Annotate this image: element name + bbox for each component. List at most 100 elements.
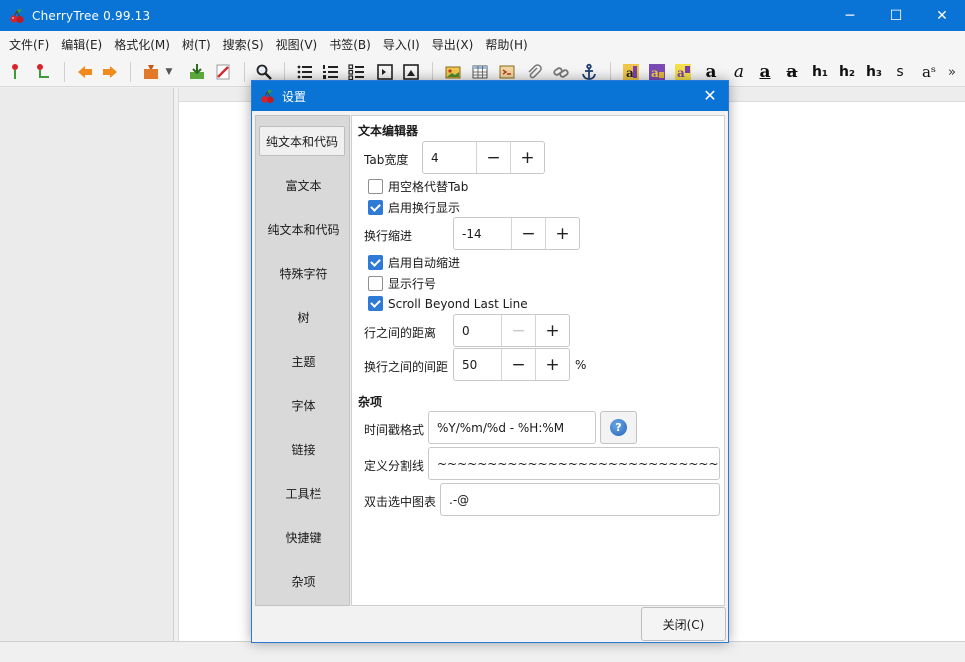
tree-pane[interactable] <box>0 88 174 641</box>
preferences-content: 文本编辑器 Tab宽度 4 − + 用空格代替Tab 启用换行显示 换行缩进 -… <box>351 115 725 606</box>
toolbar-separator <box>432 62 433 82</box>
sidebar-item-toolbar[interactable]: 工具栏 <box>256 478 351 508</box>
heading1-button[interactable]: h₁ <box>809 61 831 83</box>
menu-import[interactable]: 导入(I) <box>377 36 426 53</box>
menu-export[interactable]: 导出(X) <box>426 36 480 53</box>
sidebar-item-shortcuts[interactable]: 快捷键 <box>256 522 351 552</box>
toolbar-separator <box>130 62 131 82</box>
enable-wrap-checkbox[interactable]: 启用换行显示 <box>368 199 460 216</box>
superscript-button[interactable]: aˢ <box>916 61 942 83</box>
dialog-title: 设置 <box>282 89 307 104</box>
add-subnode-icon[interactable] <box>32 61 54 83</box>
scroll-beyond-label: Scroll Beyond Last Line <box>388 296 528 311</box>
window-title: CherryTree 0.99.13 <box>32 8 151 23</box>
auto-indent-checkbox[interactable]: 启用自动缩进 <box>368 254 460 271</box>
sidebar-item-tree[interactable]: 树 <box>256 302 351 332</box>
scroll-beyond-checkbox[interactable]: Scroll Beyond Last Line <box>368 296 528 311</box>
dblclick-chars-label: 双击选中图表 <box>364 495 437 509</box>
svg-text:a: a <box>651 66 659 80</box>
tab-width-increment-button[interactable]: + <box>510 142 544 173</box>
sidebar-item-theme[interactable]: 主题 <box>256 346 351 376</box>
wrap-spacing-spinner: 50 − + <box>453 348 570 381</box>
export-icon[interactable] <box>186 61 208 83</box>
wrap-spacing-increment-button[interactable]: + <box>535 349 569 380</box>
go-back-icon[interactable] <box>74 61 96 83</box>
tab-width-label: Tab宽度 <box>364 153 409 167</box>
close-window-button[interactable]: ✕ <box>919 0 965 31</box>
checkbox-box-checked <box>368 296 383 311</box>
line-spacing-decrement-button[interactable]: − <box>501 315 535 346</box>
menu-file[interactable]: 文件(F) <box>3 36 55 53</box>
sidebar-item-plain-text-code[interactable]: 纯文本和代码 <box>256 214 351 244</box>
sidebar-item-plain-text-code-active[interactable]: 纯文本和代码 <box>259 126 345 156</box>
line-spacing-input[interactable]: 0 <box>454 315 501 346</box>
tab-width-spinner: 4 − + <box>422 141 545 174</box>
status-bar <box>0 641 965 662</box>
preferences-dialog: 设置 ✕ 纯文本和代码 富文本 纯文本和代码 特殊字符 树 主题 字体 链接 工… <box>251 80 729 643</box>
line-spacing-increment-button[interactable]: + <box>535 315 569 346</box>
line-spacing-label: 行之间的距离 <box>364 326 437 340</box>
menu-edit[interactable]: 编辑(E) <box>55 36 108 53</box>
strikethrough-button[interactable]: a <box>781 61 803 83</box>
pdf-export-icon[interactable] <box>212 61 234 83</box>
window-controls: ─ ☐ ✕ <box>827 0 965 31</box>
timestamp-help-button[interactable]: ? <box>600 411 637 444</box>
go-forward-icon[interactable] <box>99 61 121 83</box>
checkbox-box-checked <box>368 200 383 215</box>
line-spacing-spinner: 0 − + <box>453 314 570 347</box>
tab-width-decrement-button[interactable]: − <box>476 142 510 173</box>
checkbox-box <box>368 179 383 194</box>
menu-tree[interactable]: 树(T) <box>176 36 217 53</box>
sidebar-item-misc[interactable]: 杂项 <box>256 566 351 596</box>
add-node-icon[interactable] <box>4 61 26 83</box>
underline-button[interactable]: a <box>754 61 776 83</box>
wrap-spacing-input[interactable]: 50 <box>454 349 501 380</box>
cherry-icon <box>10 8 24 23</box>
dblclick-chars-input[interactable]: .-@ <box>440 483 720 516</box>
percent-unit-label: % <box>575 358 587 372</box>
menu-view[interactable]: 视图(V) <box>270 36 324 53</box>
wrap-indent-increment-button[interactable]: + <box>545 218 579 249</box>
maximize-button[interactable]: ☐ <box>873 0 919 31</box>
sidebar-item-fonts[interactable]: 字体 <box>256 390 351 420</box>
show-line-numbers-checkbox[interactable]: 显示行号 <box>368 275 436 292</box>
help-icon: ? <box>610 419 627 436</box>
menu-bookmarks[interactable]: 书签(B) <box>323 36 377 53</box>
menu-search[interactable]: 搜索(S) <box>217 36 270 53</box>
sidebar-item-links[interactable]: 链接 <box>256 434 351 464</box>
wrap-indent-input[interactable]: -14 <box>454 218 511 249</box>
heading2-button[interactable]: h₂ <box>836 61 858 83</box>
wrap-spacing-label: 换行之间的间距 <box>364 360 449 374</box>
minimize-button[interactable]: ─ <box>827 0 873 31</box>
wrap-indent-spinner: -14 − + <box>453 217 580 250</box>
spaces-instead-tab-checkbox[interactable]: 用空格代替Tab <box>368 178 468 195</box>
menu-format[interactable]: 格式化(M) <box>108 36 176 53</box>
section-text-editor: 文本编辑器 <box>358 124 419 138</box>
toolbar-overflow-button[interactable]: » <box>944 61 960 83</box>
app-titlebar: CherryTree 0.99.13 ─ ☐ ✕ <box>0 0 965 31</box>
toolbar-separator <box>64 62 65 82</box>
wrap-spacing-decrement-button[interactable]: − <box>501 349 535 380</box>
timestamp-format-input[interactable]: %Y/%m/%d - %H:%M <box>428 411 596 444</box>
sidebar-item-rich-text[interactable]: 富文本 <box>256 170 351 200</box>
tab-width-input[interactable]: 4 <box>423 142 476 173</box>
cherry-icon <box>261 89 274 103</box>
sidebar-item-special-chars[interactable]: 特殊字符 <box>256 258 351 288</box>
divider-input[interactable]: ~~~~~~~~~~~~~~~~~~~~~~~~~~~~~~~~~~~~~~~~ <box>428 447 720 480</box>
italic-button[interactable]: a <box>728 61 750 83</box>
spaces-instead-tab-label: 用空格代替Tab <box>388 180 469 194</box>
save-icon[interactable] <box>140 61 162 83</box>
preferences-sidebar: 纯文本和代码 富文本 纯文本和代码 特殊字符 树 主题 字体 链接 工具栏 快捷… <box>255 115 354 606</box>
toolbar-separator <box>244 62 245 82</box>
dialog-close-button[interactable]: 关闭(C) <box>641 607 726 641</box>
dialog-close-icon[interactable]: ✕ <box>700 85 720 105</box>
dialog-titlebar: 设置 ✕ <box>252 81 728 111</box>
menu-help[interactable]: 帮助(H) <box>479 36 533 53</box>
small-text-button[interactable]: s <box>889 61 911 83</box>
wrap-indent-decrement-button[interactable]: − <box>511 218 545 249</box>
section-misc: 杂项 <box>358 395 383 409</box>
toolbar-separator <box>284 62 285 82</box>
heading3-button[interactable]: h₃ <box>863 61 885 83</box>
chevron-down-icon[interactable]: ▼ <box>162 61 176 83</box>
auto-indent-label: 启用自动缩进 <box>388 256 461 270</box>
